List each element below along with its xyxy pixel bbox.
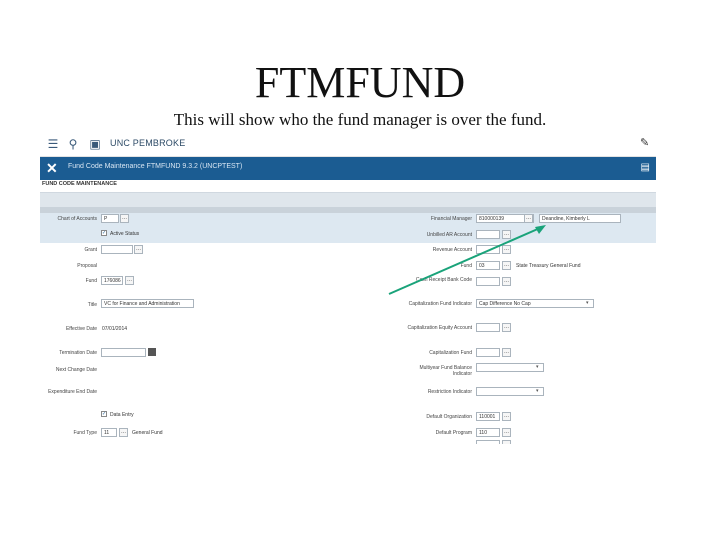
slide-subtitle: This will show who the fund manager is o… bbox=[173, 110, 547, 129]
slide-title: FTMFUND bbox=[254, 58, 466, 107]
banner-screenshot: ☰ ⚲ ▣ UNC PEMBROKE ✎ ✕ Fund Code Mainten… bbox=[40, 132, 656, 444]
annotation-arrow bbox=[388, 225, 546, 295]
